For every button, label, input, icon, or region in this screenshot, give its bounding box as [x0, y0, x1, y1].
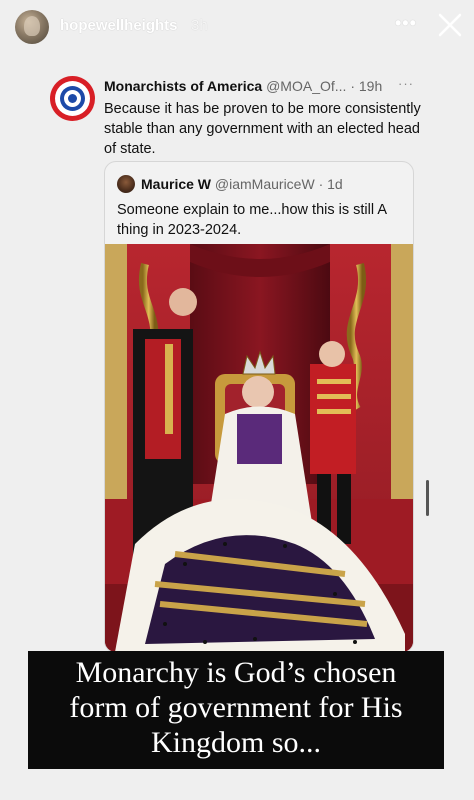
quoted-tweet-header: Maurice W @iamMauriceW · 1d: [141, 176, 343, 192]
story-header: hopewellheights 3h •••: [0, 0, 474, 56]
tweet-header: Monarchists of America @MOA_Of... · 19h: [104, 78, 382, 94]
story-username[interactable]: hopewellheights: [60, 17, 178, 34]
close-icon[interactable]: [435, 10, 465, 40]
quoted-author-avatar: [117, 175, 135, 193]
more-options-icon[interactable]: •••: [395, 13, 417, 34]
quoted-tweet-card: Maurice W @iamMauriceW · 1d Someone expl…: [104, 161, 414, 653]
caption-line-2: form of government for His: [69, 691, 403, 724]
royal-portrait-image: [105, 244, 413, 652]
tweet-more-icon: ···: [398, 76, 414, 91]
caption-text: Monarchy is God’s chosen form of governm…: [28, 655, 444, 760]
profile-avatar[interactable]: [15, 10, 49, 44]
tweet-author-name: Monarchists of America: [104, 78, 263, 94]
caption-line-3: Kingdom so...: [150, 726, 321, 759]
tweet-text: Because it has be proven to be more cons…: [104, 101, 421, 157]
roundel-avatar-icon: [50, 76, 95, 121]
quoted-author-name: Maurice W: [141, 176, 212, 192]
caption-line-1: Monarchy is God’s chosen: [75, 656, 397, 689]
story-caption: Monarchy is God’s chosen form of governm…: [28, 651, 444, 769]
scrollbar[interactable]: [426, 480, 429, 516]
quoted-tweet-text: Someone explain to me...how this is stil…: [117, 202, 387, 238]
story-time: 3h: [191, 17, 208, 34]
tweet-handle-time: @MOA_Of... · 19h: [266, 78, 383, 94]
quoted-handle-time: @iamMauriceW · 1d: [214, 176, 343, 192]
